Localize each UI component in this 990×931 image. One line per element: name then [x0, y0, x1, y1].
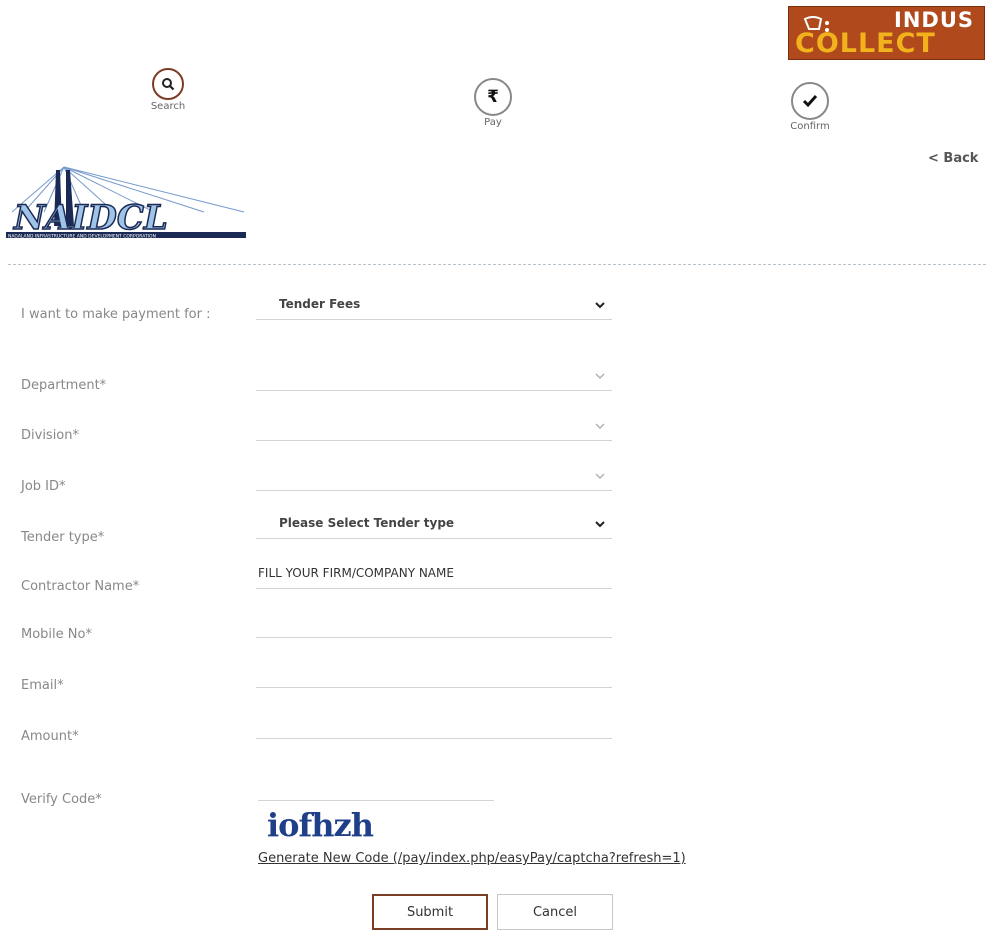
chevron-down-icon [595, 302, 605, 309]
tender-type-value: Please Select Tender type [279, 516, 455, 530]
chevron-down-icon [595, 473, 605, 480]
payment-page: INDUS COLLECT Search ₹ Pay Confirm < Bac… [0, 0, 990, 931]
chevron-down-icon [595, 373, 605, 380]
cancel-button[interactable]: Cancel [497, 894, 613, 930]
brand-line2: COLLECT [795, 28, 936, 59]
contractor-value: FILL YOUR FIRM/COMPANY NAME [258, 566, 454, 580]
divider [8, 264, 986, 265]
jobid-select[interactable] [256, 466, 612, 491]
chevron-down-icon [595, 521, 605, 528]
amount-label: Amount* [21, 729, 79, 744]
org-logo-tagline: NAGALAND INFRASTRUCTURE AND DEVELOPMENT … [8, 234, 156, 240]
mobile-input[interactable] [256, 613, 612, 638]
rupee-icon: ₹ [474, 78, 512, 116]
step-pay[interactable]: ₹ Pay [453, 78, 533, 128]
generate-new-code-link[interactable]: Generate New Code (/pay/index.php/easyPa… [258, 851, 686, 866]
submit-button[interactable]: Submit [372, 894, 488, 930]
indus-collect-logo: INDUS COLLECT [788, 6, 985, 60]
contractor-input[interactable]: FILL YOUR FIRM/COMPANY NAME [256, 564, 612, 589]
chevron-down-icon [595, 423, 605, 430]
search-icon [152, 68, 184, 100]
division-select[interactable] [256, 416, 612, 441]
payment-for-label: I want to make payment for : [21, 307, 211, 322]
department-select[interactable] [256, 366, 612, 391]
tender-type-label: Tender type* [21, 530, 105, 545]
mobile-label: Mobile No* [21, 627, 92, 642]
division-label: Division* [21, 428, 80, 443]
captcha-image: iofhzh [267, 806, 374, 844]
payment-for-select[interactable]: Tender Fees [256, 295, 612, 320]
email-input[interactable] [256, 663, 612, 688]
naidcl-logo: NAIDCL NAGALAND INFRASTRUCTURE AND DEVEL… [6, 166, 246, 240]
step-confirm[interactable]: Confirm [770, 82, 850, 132]
check-icon [791, 82, 829, 120]
payment-for-value: Tender Fees [279, 297, 361, 311]
verify-code-input[interactable] [258, 778, 494, 801]
verify-label: Verify Code* [21, 792, 102, 807]
jobid-label: Job ID* [21, 479, 66, 494]
back-link[interactable]: < Back [928, 151, 978, 166]
amount-input[interactable] [256, 714, 612, 739]
tender-type-select[interactable]: Please Select Tender type [256, 514, 612, 539]
step-label-search: Search [150, 101, 186, 112]
step-label-pay: Pay [484, 117, 502, 128]
contractor-label: Contractor Name* [21, 579, 140, 594]
email-label: Email* [21, 678, 64, 693]
department-label: Department* [21, 378, 107, 393]
step-search[interactable]: Search [128, 68, 208, 112]
step-label-confirm: Confirm [790, 121, 830, 132]
